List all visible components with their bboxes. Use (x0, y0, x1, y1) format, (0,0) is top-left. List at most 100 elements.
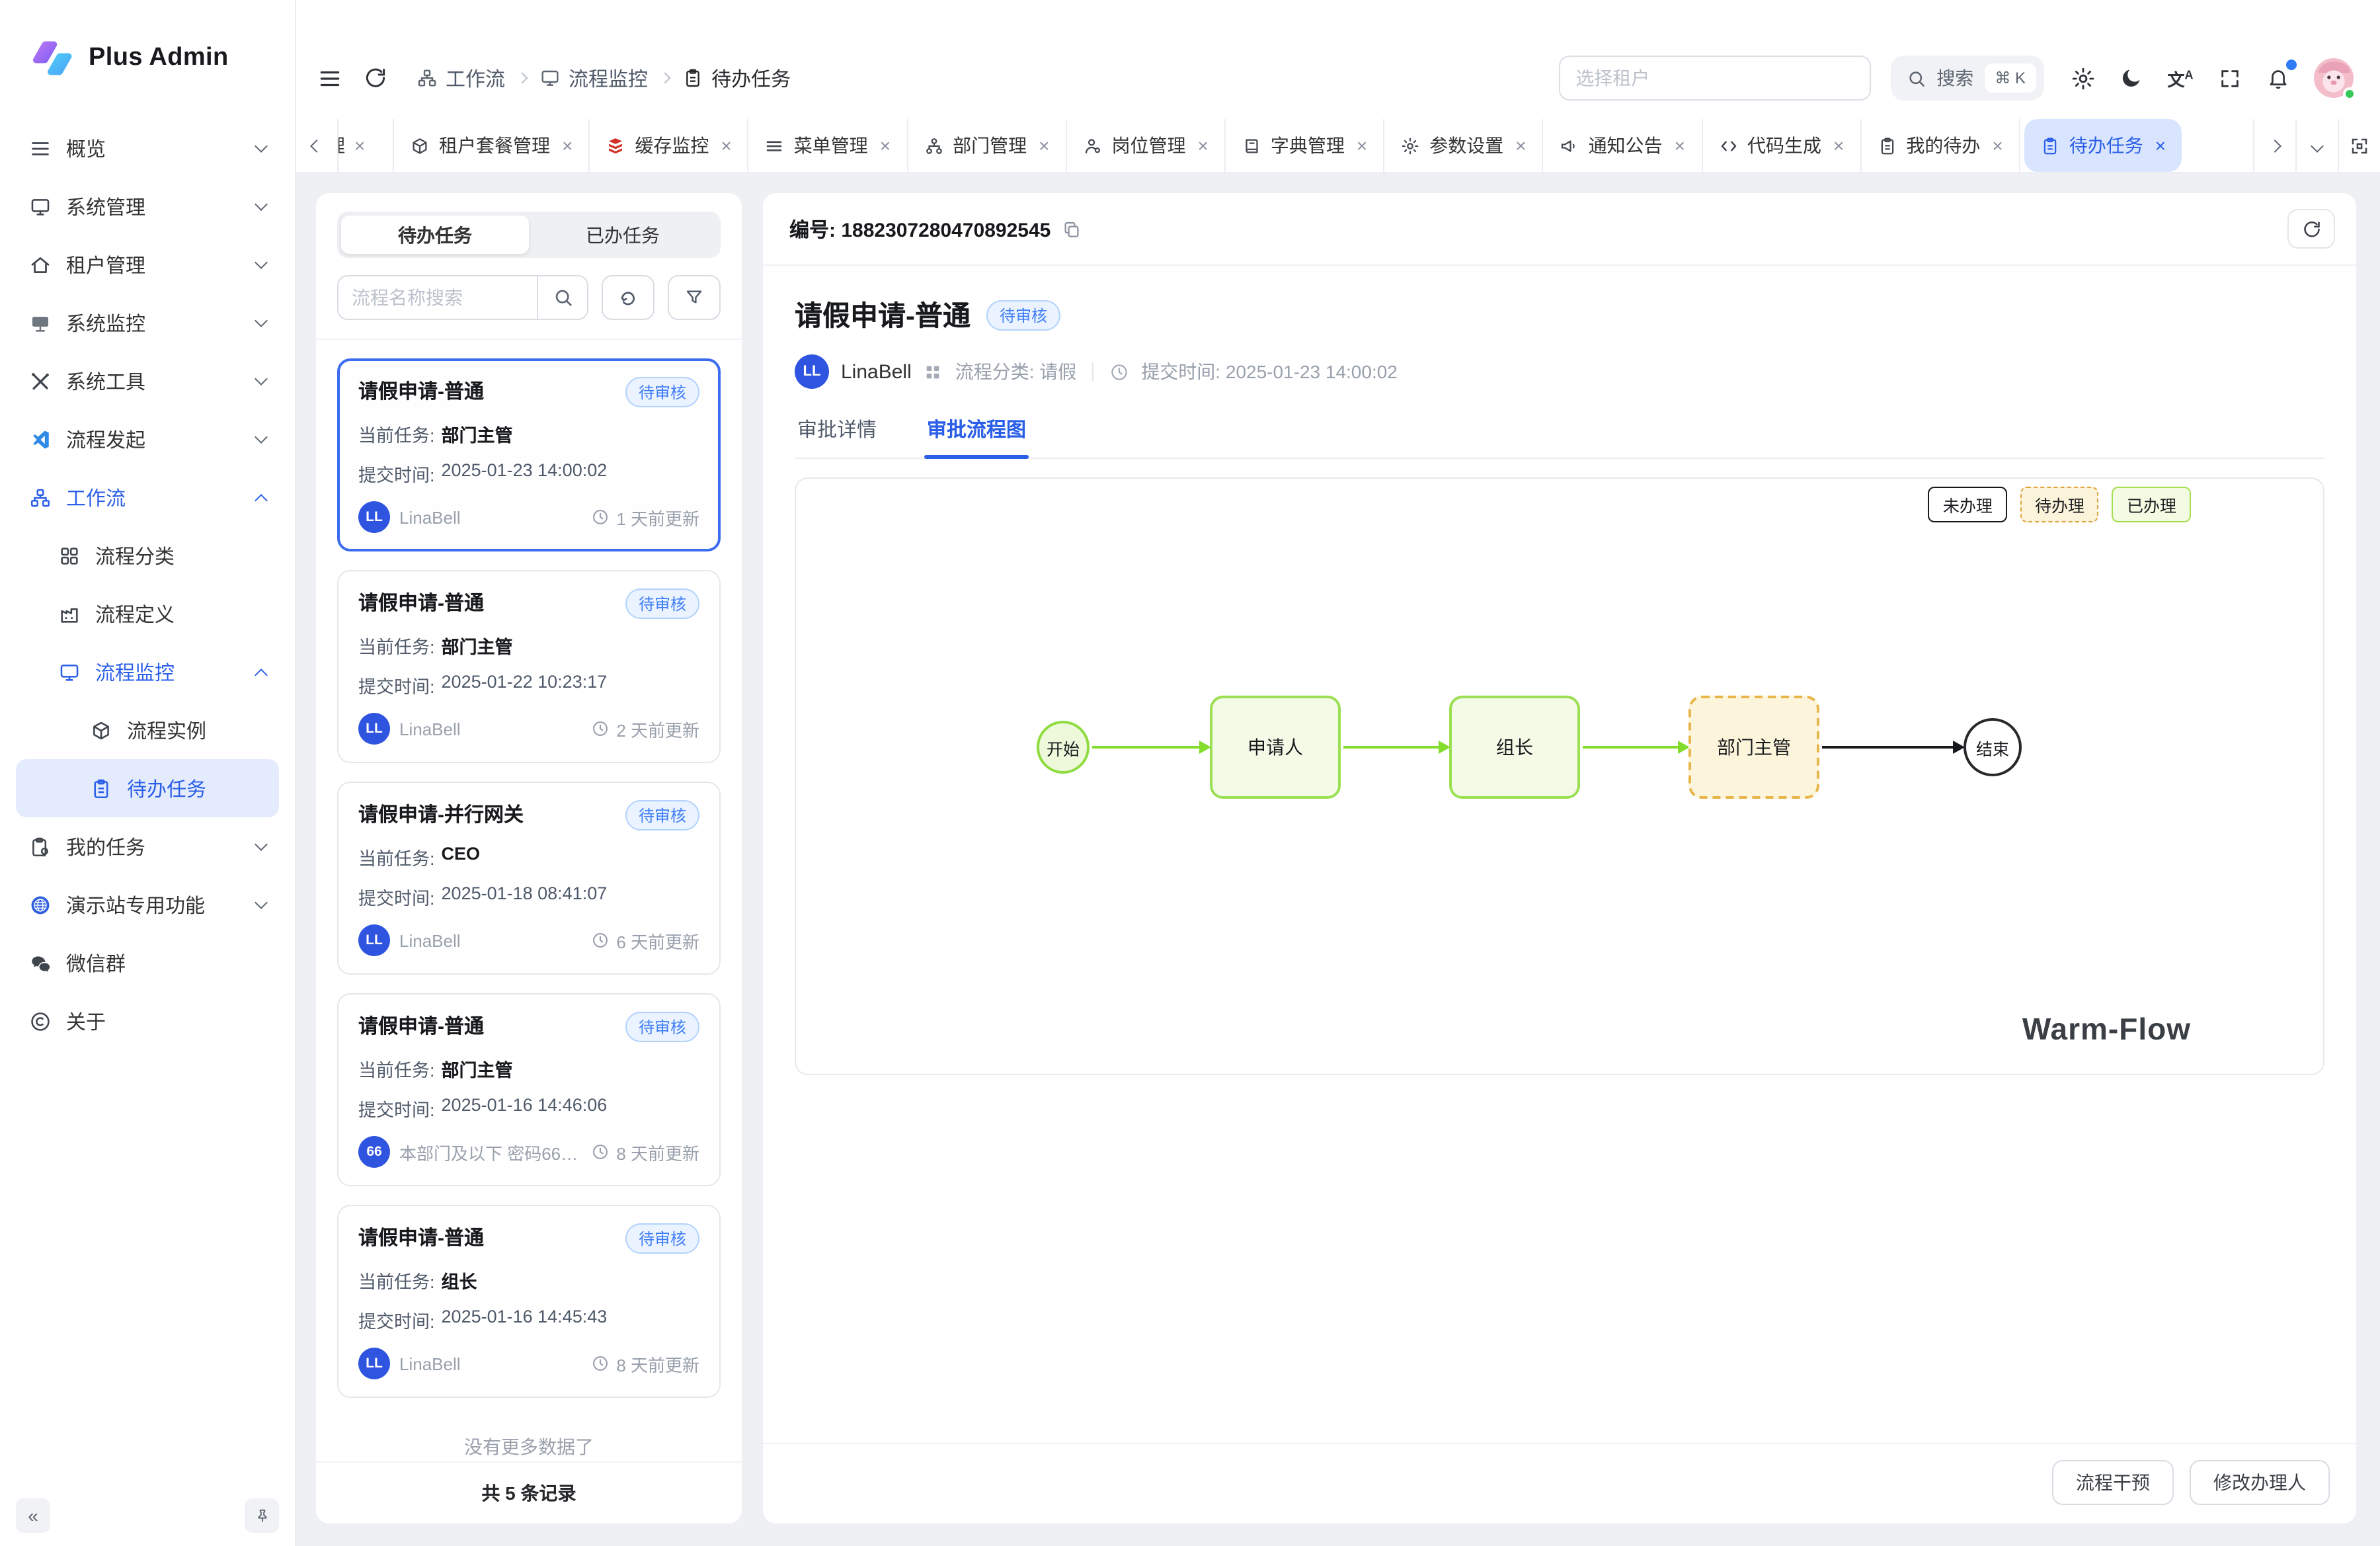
tab-clipped[interactable]: 理 × (338, 119, 394, 172)
monitor-icon (58, 661, 81, 683)
legend-handled: 已办理 (2112, 487, 2191, 522)
funnel-icon (684, 287, 705, 308)
translate-icon[interactable]: 文A (2167, 65, 2194, 91)
tab-close-icon[interactable]: × (354, 136, 365, 155)
tab-close-icon[interactable]: × (562, 136, 573, 155)
reset-button[interactable] (602, 275, 654, 320)
fullscreen-icon[interactable] (2216, 65, 2242, 91)
avatar: 66 (358, 1136, 390, 1168)
content-maximize-button[interactable] (2338, 119, 2380, 172)
process-title: 请假申请-普通 (795, 295, 971, 335)
tab-tenant-package[interactable]: 租户套餐管理× (394, 119, 590, 172)
submit-time: 提交时间: 2025-01-23 14:00:02 (1141, 358, 1398, 385)
flow-edge-done (1092, 746, 1201, 749)
tabs-dropdown-button[interactable] (2295, 119, 2338, 172)
sidebar-item-process-monitor[interactable]: 流程监控 (16, 643, 279, 701)
monitor-icon (539, 67, 561, 89)
tab-close-icon[interactable]: × (1198, 136, 1209, 155)
online-status-dot (2343, 87, 2356, 101)
sidebar-item-process-instance[interactable]: 流程实例 (16, 701, 279, 759)
tab-close-icon[interactable]: × (2155, 136, 2166, 155)
refresh-icon[interactable] (362, 65, 389, 91)
tab-close-icon[interactable]: × (1515, 136, 1526, 155)
sidebar-item-overview[interactable]: 概览 (16, 119, 279, 177)
user-avatar[interactable] (2314, 58, 2354, 98)
tab-dept-management[interactable]: 部门管理× (908, 119, 1066, 172)
task-search-input[interactable] (338, 276, 537, 319)
book-icon (1242, 136, 1261, 155)
breadcrumb-workflow[interactable]: 工作流 (416, 64, 505, 92)
filter-button[interactable] (668, 275, 721, 320)
task-search-row (337, 275, 721, 320)
notification-badge (2286, 60, 2297, 70)
sidebar-item-todo-tasks[interactable]: 待办任务 (16, 759, 279, 817)
sidebar-item-demo-features[interactable]: 演示站专用功能 (16, 875, 279, 934)
tab-my-todo[interactable]: 我的待办× (1861, 119, 2020, 172)
task-card[interactable]: 请假申请-并行网关待审核 当前任务:CEO 提交时间:2025-01-18 08… (337, 782, 721, 975)
tabs-scroll-right-button[interactable] (2253, 119, 2295, 172)
tab-param-settings[interactable]: 参数设置× (1384, 119, 1543, 172)
tab-code-gen[interactable]: 代码生成× (1702, 119, 1861, 172)
task-card[interactable]: 请假申请-普通待审核 当前任务:部门主管 提交时间:2025-01-23 14:… (337, 358, 721, 551)
tab-close-icon[interactable]: × (1357, 136, 1367, 155)
task-title: 请假申请-普通 (358, 377, 484, 405)
breadcrumb-process-monitor[interactable]: 流程监控 (539, 64, 648, 92)
tab-bar: 理 × 租户套餐管理× 缓存监控× 菜单管理× 部门管理× 岗位管理× (296, 119, 2380, 173)
sidebar-item-tenant-management[interactable]: 租户管理 (16, 235, 279, 294)
tab-close-icon[interactable]: × (1675, 136, 1685, 155)
sidebar-item-process-definition[interactable]: 流程定义 (16, 585, 279, 643)
org-icon (924, 136, 943, 155)
sidebar-item-process-start[interactable]: 流程发起 (16, 410, 279, 468)
sidebar-item-workflow[interactable]: 工作流 (16, 468, 279, 526)
task-search-box (337, 275, 588, 320)
tab-approval-flowchart[interactable]: 审批流程图 (924, 415, 1029, 458)
hamburger-menu-icon[interactable] (316, 65, 342, 91)
avatar: LL (358, 1348, 390, 1379)
dark-mode-moon-icon[interactable] (2118, 65, 2145, 91)
refresh-detail-button[interactable] (2287, 209, 2335, 249)
tab-dict-management[interactable]: 字典管理× (1226, 119, 1384, 172)
sidebar-item-system-management[interactable]: 系统管理 (16, 177, 279, 235)
tabs-scroll-left-button[interactable] (296, 119, 338, 172)
tab-todo-tasks[interactable]: 待办任务× (2024, 119, 2182, 172)
tab-notice[interactable]: 通知公告× (1544, 119, 1702, 172)
tab-close-icon[interactable]: × (1833, 136, 1844, 155)
tab-done-tasks[interactable]: 已办任务 (529, 216, 717, 254)
search-button[interactable] (537, 276, 587, 319)
sidebar-item-system-tools[interactable]: 系统工具 (16, 352, 279, 410)
keyboard-shortcut: ⌘ K (1984, 63, 2036, 93)
global-search-button[interactable]: 搜索 ⌘ K (1890, 56, 2044, 101)
task-card[interactable]: 请假申请-普通待审核 当前任务:部门主管 提交时间:2025-01-16 14:… (337, 993, 721, 1186)
tab-close-icon[interactable]: × (1992, 136, 2003, 155)
breadcrumb-todo-tasks[interactable]: 待办任务 (682, 64, 791, 92)
tab-post-management[interactable]: 岗位管理× (1067, 119, 1226, 172)
sidebar-item-system-monitor[interactable]: 系统监控 (16, 294, 279, 352)
notification-bell-icon[interactable] (2265, 65, 2291, 91)
process-intervene-button[interactable]: 流程干预 (2052, 1460, 2174, 1505)
tab-close-icon[interactable]: × (880, 136, 891, 155)
flow-legend: 未办理 待办理 已办理 (1928, 487, 2191, 522)
sidebar-item-about[interactable]: 关于 (16, 992, 279, 1050)
collapse-sidebar-button[interactable]: « (16, 1498, 50, 1533)
task-card[interactable]: 请假申请-普通待审核 当前任务:部门主管 提交时间:2025-01-22 10:… (337, 570, 721, 763)
record-count: 共 5 条记录 (316, 1461, 742, 1524)
tab-approval-detail[interactable]: 审批详情 (795, 415, 879, 458)
tenant-select-input[interactable] (1558, 56, 1870, 101)
flowchart-canvas[interactable]: 未办理 待办理 已办理 开始 申请人 组长 部门主管 结束 War (795, 477, 2324, 1075)
refresh-icon (2301, 219, 2321, 239)
sidebar-item-process-category[interactable]: 流程分类 (16, 526, 279, 585)
tab-menu-management[interactable]: 菜单管理× (749, 119, 908, 172)
tab-close-icon[interactable]: × (1039, 136, 1049, 155)
pin-sidebar-button[interactable] (245, 1498, 279, 1533)
tab-close-icon[interactable]: × (721, 136, 731, 155)
sidebar-item-my-tasks[interactable]: 我的任务 (16, 817, 279, 875)
tab-pending-tasks[interactable]: 待办任务 (341, 216, 529, 254)
change-assignee-button[interactable]: 修改办理人 (2190, 1460, 2330, 1505)
task-card[interactable]: 请假申请-普通待审核 当前任务:组长 提交时间:2025-01-16 14:45… (337, 1205, 721, 1398)
settings-gear-icon[interactable] (2069, 65, 2096, 91)
flow-node-dept-manager: 部门主管 (1688, 696, 1819, 799)
copy-icon[interactable] (1061, 219, 1081, 239)
tab-cache-monitor[interactable]: 缓存监控× (590, 119, 748, 172)
sidebar-item-wechat-group[interactable]: 微信群 (16, 934, 279, 992)
home-icon (29, 253, 52, 276)
